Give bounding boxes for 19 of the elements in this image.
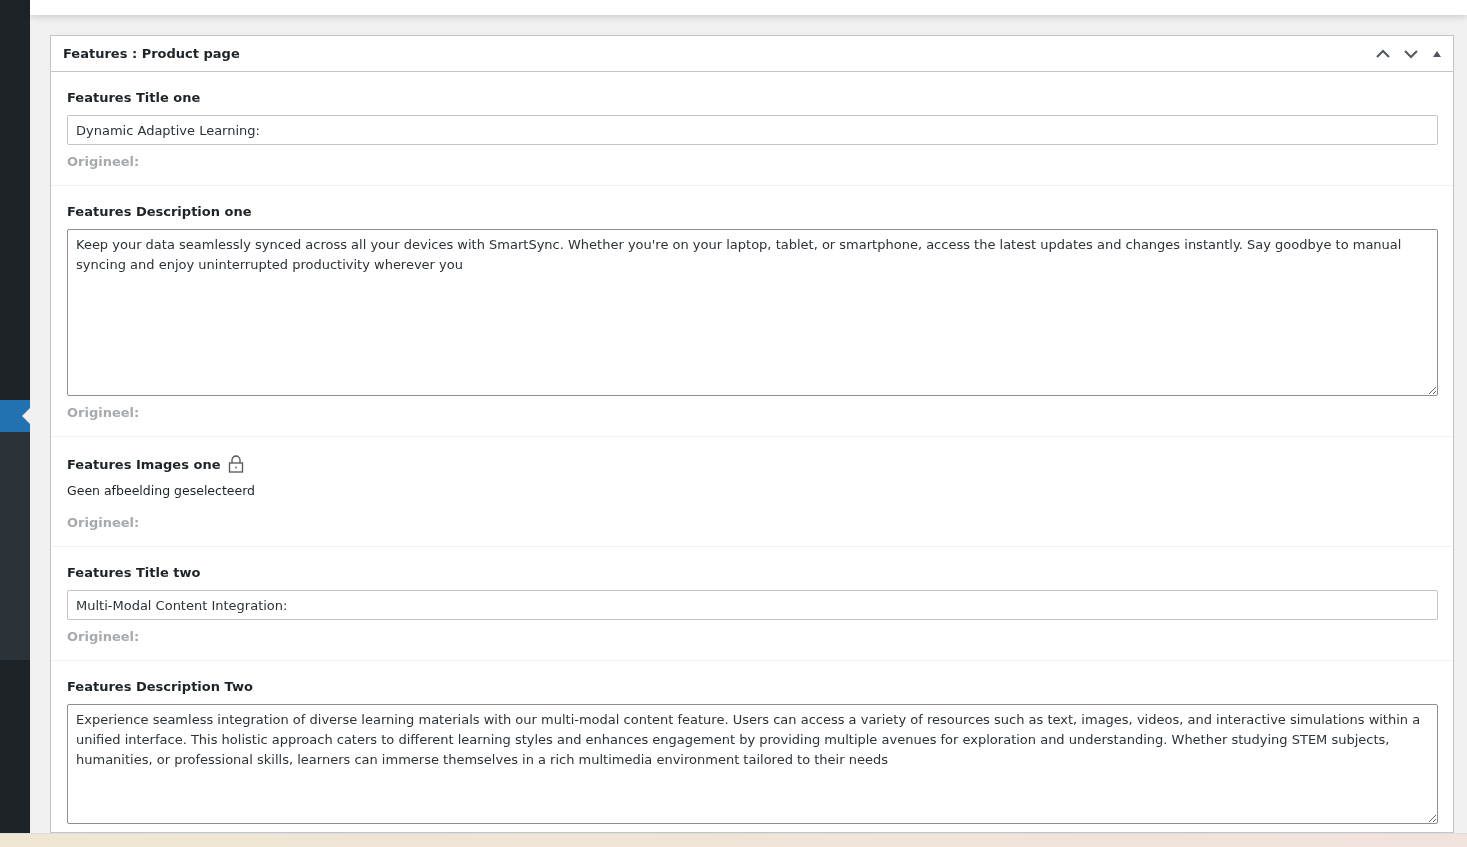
textarea-field[interactable]: Experience seamless integration of diverse learning materials with our multi-modal content feature. Users can access a variety of resources such as text, images, videos, and interactive simulations within a unified interface. This holistic approach caters to different learning styles and enhances engagement by providing multiple avenues for exploration and understanding. Whether studying STEM subjects, humanities, or professional skills, learners can immerse themselves in a rich multimedia environment tailored to their needs xyxy=(67,704,1438,824)
field-label: Features Images one xyxy=(67,456,221,472)
field-label: Features Title one xyxy=(67,90,201,105)
text-input-field[interactable]: Multi-Modal Content Integration: xyxy=(67,590,1438,620)
panel-title: Features : Product page xyxy=(63,46,240,61)
textarea-field[interactable]: Keep your data seamlessly synced across all your devices with SmartSync. Whether you're on your laptop, tablet, or smartphone, access the latest updates and changes instantly. Say goodbye to manual syncing and enjoy uninterrupted productivity wherever you xyxy=(67,229,1438,396)
no-image-text: Geen afbeelding geselecteerd xyxy=(67,483,256,498)
text-input-field[interactable]: Dynamic Adaptive Learning: xyxy=(67,115,1438,145)
chevron-down-icon xyxy=(1404,48,1418,59)
original-label: Origineel: xyxy=(67,405,140,420)
field-label: Features Description Two xyxy=(67,679,253,694)
original-label: Origineel: xyxy=(67,154,140,169)
field-label: Features Title two xyxy=(67,565,201,580)
field-label: Features Description one xyxy=(67,204,252,219)
original-label: Origineel: xyxy=(67,629,140,644)
triangle-icon xyxy=(1432,49,1442,58)
chevron-up-icon xyxy=(1376,48,1390,59)
original-label: Origineel: xyxy=(67,515,140,530)
sidebar-active-item[interactable] xyxy=(0,400,30,432)
